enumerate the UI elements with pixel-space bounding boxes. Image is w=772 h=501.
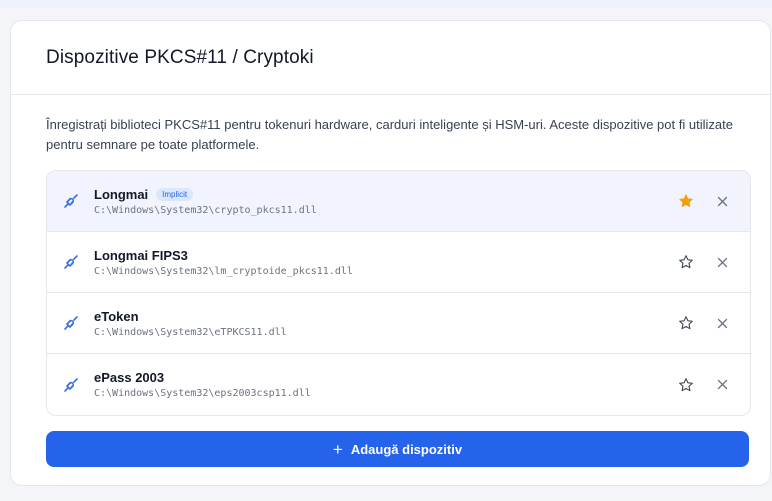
top-band: [0, 0, 772, 8]
add-device-button[interactable]: + Adaugă dispozitiv: [46, 431, 749, 467]
device-path: C:\Windows\System32\crypto_pkcs11.dll: [94, 204, 317, 216]
device-list: Longmai Implicit C:\Windows\System32\cry…: [46, 170, 751, 416]
device-path: C:\Windows\System32\eTPKCS11.dll: [94, 326, 287, 338]
device-name: ePass 2003: [94, 370, 165, 385]
device-info: Longmai Implicit C:\Windows\System32\cry…: [94, 187, 675, 216]
plug-icon: [61, 252, 81, 272]
device-name-line: Longmai FIPS3: [94, 248, 675, 263]
device-row-longmai-fips3[interactable]: Longmai FIPS3 C:\Windows\System32\lm_cry…: [47, 232, 750, 293]
device-name: eToken: [94, 308, 139, 324]
star-icon[interactable]: [675, 251, 697, 273]
device-name-line: eToken: [94, 309, 675, 324]
plug-icon: [61, 313, 81, 333]
close-icon[interactable]: [714, 377, 730, 393]
device-path: C:\Windows\System32\lm_cryptoide_pkcs11.…: [94, 265, 353, 277]
star-icon[interactable]: [675, 190, 697, 212]
star-icon[interactable]: [675, 374, 697, 396]
device-info: Longmai FIPS3 C:\Windows\System32\lm_cry…: [94, 248, 675, 277]
card-description: Înregistrați biblioteci PKCS#11 pentru t…: [46, 117, 733, 152]
close-icon[interactable]: [714, 315, 730, 331]
card-header: Dispozitive PKCS#11 / Cryptoki: [11, 21, 770, 95]
star-icon[interactable]: [675, 312, 697, 334]
device-row-etoken[interactable]: eToken C:\Windows\System32\eTPKCS11.dll: [47, 293, 750, 354]
close-icon[interactable]: [714, 254, 730, 270]
device-row-longmai[interactable]: Longmai Implicit C:\Windows\System32\cry…: [47, 171, 750, 232]
device-name: Longmai: [94, 186, 149, 202]
devices-card: Dispozitive PKCS#11 / Cryptoki Înregistr…: [10, 20, 771, 486]
close-icon[interactable]: [714, 193, 730, 209]
device-name-line: ePass 2003: [94, 370, 675, 385]
plug-icon: [61, 375, 81, 395]
device-path: C:\Windows\System32\eps2003csp11.dll: [94, 388, 311, 399]
device-info: eToken C:\Windows\System32\eTPKCS11.dll: [94, 309, 675, 338]
add-device-label: Adaugă dispozitiv: [350, 441, 463, 457]
plug-icon: [61, 191, 81, 211]
default-badge: Implicit: [156, 187, 194, 201]
card-title: Dispozitive PKCS#11 / Cryptoki: [46, 46, 314, 68]
card-body: Înregistrați biblioteci PKCS#11 pentru t…: [11, 95, 770, 467]
device-row-epass-2003[interactable]: ePass 2003 C:\Windows\System32\eps2003cs…: [47, 354, 750, 415]
device-name: Longmai FIPS3: [94, 247, 188, 263]
device-name-line: Longmai Implicit: [94, 187, 675, 202]
device-info: ePass 2003 C:\Windows\System32\eps2003cs…: [94, 370, 675, 399]
plus-icon: +: [332, 439, 343, 459]
